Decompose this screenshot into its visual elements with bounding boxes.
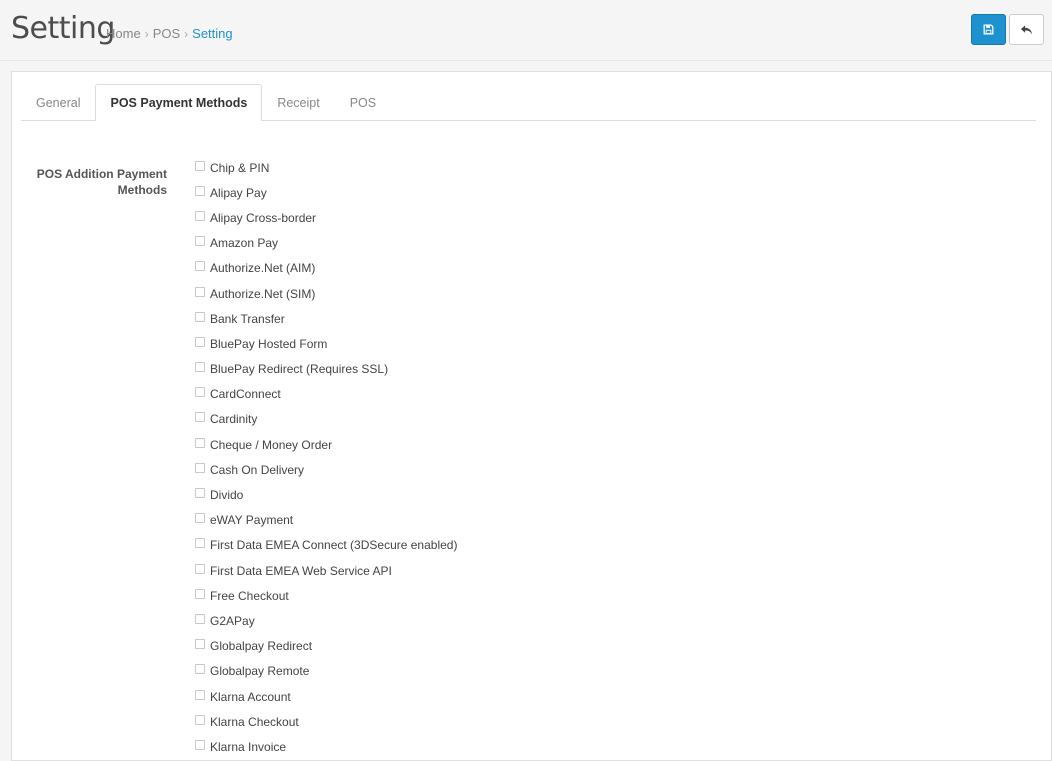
tab-general[interactable]: General bbox=[21, 84, 95, 120]
payment-method-checkbox[interactable] bbox=[195, 185, 205, 196]
payment-methods-list: Chip & PIN Alipay Pay Alipay Cross-border A… bbox=[195, 155, 457, 760]
payment-method-label: First Data EMEA Web Service API bbox=[210, 563, 392, 578]
payment-method-checkbox[interactable] bbox=[195, 437, 205, 448]
settings-panel: General POS Payment Methods Receipt POS … bbox=[11, 71, 1052, 761]
payment-method-option[interactable]: Klarna Checkout bbox=[195, 709, 457, 734]
tab-pos-payment-methods[interactable]: POS Payment Methods bbox=[95, 84, 263, 121]
payment-method-label: Alipay Pay bbox=[210, 185, 267, 200]
payment-method-checkbox[interactable] bbox=[195, 588, 205, 599]
page-header: Setting Home › POS › Setting bbox=[0, 0, 1052, 61]
breadcrumb: Home › POS › Setting bbox=[106, 26, 233, 41]
payment-method-checkbox[interactable] bbox=[195, 488, 205, 499]
payment-method-option[interactable]: Divido bbox=[195, 482, 457, 507]
payment-method-checkbox[interactable] bbox=[195, 714, 205, 725]
payment-method-label: Amazon Pay bbox=[210, 236, 279, 251]
payment-method-checkbox[interactable] bbox=[195, 387, 205, 398]
payment-method-option[interactable]: Authorize.Net (AIM) bbox=[195, 256, 457, 281]
tab-pos[interactable]: POS bbox=[335, 84, 391, 120]
payment-method-checkbox[interactable] bbox=[195, 462, 205, 473]
payment-method-option[interactable]: Amazon Pay bbox=[195, 231, 457, 256]
payment-method-option[interactable]: Globalpay Remote bbox=[195, 659, 457, 684]
payment-method-label: Free Checkout bbox=[210, 588, 289, 603]
payment-method-option[interactable]: G2APay bbox=[195, 608, 457, 633]
payment-method-checkbox[interactable] bbox=[195, 664, 205, 675]
payment-method-option[interactable]: Free Checkout bbox=[195, 583, 457, 608]
payment-method-label: Klarna Checkout bbox=[210, 714, 299, 729]
payment-method-label: Cheque / Money Order bbox=[210, 437, 333, 452]
payment-method-label: BluePay Redirect (Requires SSL) bbox=[210, 362, 389, 377]
payment-method-label: Alipay Cross-border bbox=[210, 210, 317, 225]
breadcrumb-separator: › bbox=[184, 27, 189, 41]
page-title: Setting bbox=[11, 11, 115, 46]
payment-method-option[interactable]: First Data EMEA Connect (3DSecure enable… bbox=[195, 533, 457, 558]
reply-icon bbox=[1020, 24, 1033, 35]
payment-method-checkbox[interactable] bbox=[195, 336, 205, 347]
payment-method-option[interactable]: Chip & PIN bbox=[195, 155, 457, 180]
payment-method-option[interactable]: BluePay Hosted Form bbox=[195, 331, 457, 356]
payment-method-checkbox[interactable] bbox=[195, 513, 205, 524]
payment-methods-label: POS Addition Payment Methods bbox=[36, 167, 167, 197]
payment-method-checkbox[interactable] bbox=[195, 639, 205, 650]
payment-method-option[interactable]: Cheque / Money Order bbox=[195, 432, 457, 457]
payment-method-label: Klarna Account bbox=[210, 689, 291, 704]
payment-method-option[interactable]: Klarna Account bbox=[195, 684, 457, 709]
breadcrumb-setting-link[interactable]: Setting bbox=[192, 26, 232, 41]
payment-method-label: Divido bbox=[210, 488, 244, 503]
payment-method-option[interactable]: Cardinity bbox=[195, 407, 457, 432]
payment-method-option[interactable]: Authorize.Net (SIM) bbox=[195, 281, 457, 306]
save-button[interactable] bbox=[971, 14, 1006, 45]
payment-method-option[interactable]: eWAY Payment bbox=[195, 508, 457, 533]
payment-method-label: First Data EMEA Connect (3DSecure enable… bbox=[210, 538, 458, 553]
breadcrumb-home-link[interactable]: Home bbox=[106, 26, 141, 41]
payment-method-label: Authorize.Net (SIM) bbox=[210, 286, 316, 301]
payment-method-checkbox[interactable] bbox=[195, 286, 205, 297]
payment-method-checkbox[interactable] bbox=[195, 362, 205, 373]
payment-method-label: Bank Transfer bbox=[210, 311, 285, 326]
save-icon bbox=[983, 24, 994, 35]
payment-method-option[interactable]: BluePay Redirect (Requires SSL) bbox=[195, 357, 457, 382]
payment-method-checkbox[interactable] bbox=[195, 689, 205, 700]
breadcrumb-pos-link[interactable]: POS bbox=[153, 26, 180, 41]
payment-method-option[interactable]: First Data EMEA Web Service API bbox=[195, 558, 457, 583]
payment-method-label: Cardinity bbox=[210, 412, 258, 427]
payment-method-label: Authorize.Net (AIM) bbox=[210, 261, 316, 276]
payment-method-checkbox[interactable] bbox=[195, 412, 205, 423]
payment-method-option[interactable]: CardConnect bbox=[195, 382, 457, 407]
payment-method-option[interactable]: Cash On Delivery bbox=[195, 457, 457, 482]
payment-method-checkbox[interactable] bbox=[195, 160, 205, 171]
payment-method-checkbox[interactable] bbox=[195, 613, 205, 624]
tab-bar: General POS Payment Methods Receipt POS bbox=[21, 84, 1036, 121]
payment-method-option[interactable]: Alipay Pay bbox=[195, 180, 457, 205]
payment-method-label: CardConnect bbox=[210, 387, 281, 402]
payment-method-checkbox[interactable] bbox=[195, 739, 205, 750]
header-actions bbox=[971, 14, 1044, 45]
payment-method-checkbox[interactable] bbox=[195, 563, 205, 574]
payment-method-checkbox[interactable] bbox=[195, 236, 205, 247]
payment-method-label: Cash On Delivery bbox=[210, 462, 305, 477]
breadcrumb-separator: › bbox=[144, 27, 149, 41]
payment-method-label: G2APay bbox=[210, 613, 255, 628]
payment-method-label: Globalpay Redirect bbox=[210, 639, 313, 654]
payment-method-label: BluePay Hosted Form bbox=[210, 336, 328, 351]
payment-method-option[interactable]: Klarna Invoice bbox=[195, 734, 457, 759]
payment-method-checkbox[interactable] bbox=[195, 210, 205, 221]
payment-method-checkbox[interactable] bbox=[195, 538, 205, 549]
payment-method-label: Klarna Invoice bbox=[210, 739, 287, 754]
tab-receipt[interactable]: Receipt bbox=[262, 84, 334, 120]
payment-method-option[interactable]: Globalpay Redirect bbox=[195, 634, 457, 659]
payment-method-option[interactable]: Bank Transfer bbox=[195, 306, 457, 331]
payment-method-option[interactable]: Alipay Cross-border bbox=[195, 205, 457, 230]
payment-method-label: eWAY Payment bbox=[210, 513, 294, 528]
payment-method-label: Globalpay Remote bbox=[210, 664, 310, 679]
payment-method-checkbox[interactable] bbox=[195, 311, 205, 322]
back-button[interactable] bbox=[1009, 14, 1044, 45]
payment-method-label: Chip & PIN bbox=[210, 160, 270, 175]
payment-method-checkbox[interactable] bbox=[195, 261, 205, 272]
